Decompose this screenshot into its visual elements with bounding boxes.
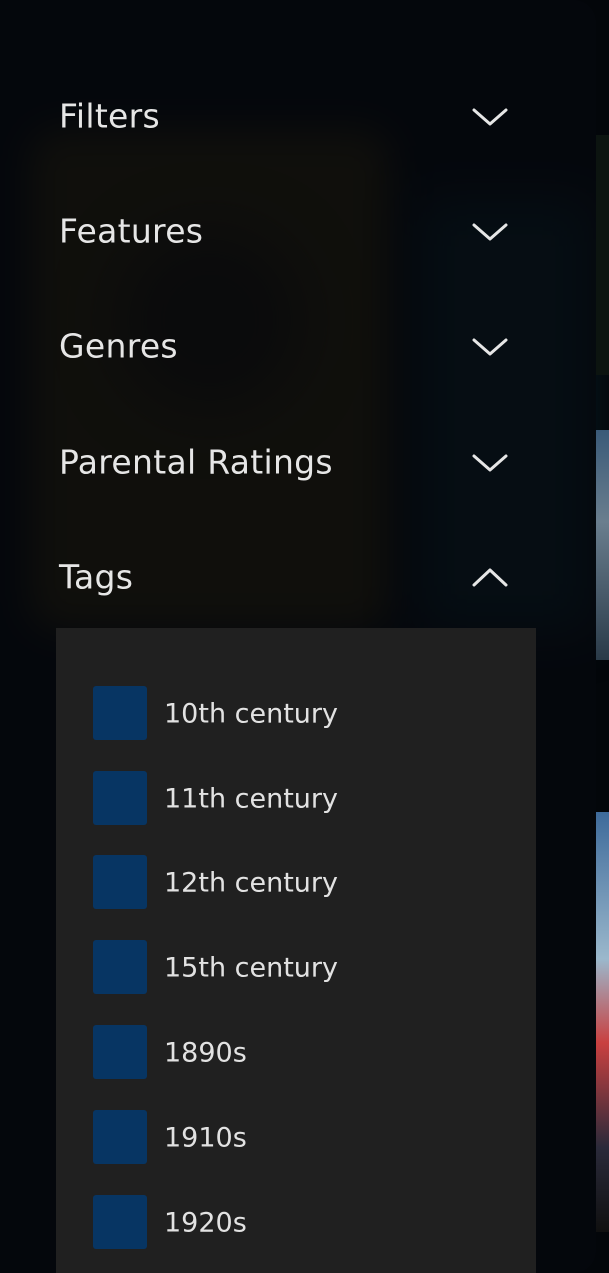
poster-thumbnail[interactable]	[596, 135, 609, 375]
tag-option[interactable]: 12th century	[93, 855, 513, 910]
tag-option[interactable]: 1920s	[93, 1195, 513, 1250]
tag-checkbox[interactable]	[93, 686, 147, 740]
tag-label: 1920s	[164, 1207, 247, 1238]
section-title: Filters	[59, 96, 161, 136]
tag-option[interactable]: 10th century	[93, 686, 513, 741]
tag-checkbox[interactable]	[93, 1025, 147, 1079]
chevron-down-icon	[472, 223, 508, 241]
poster-thumbnail[interactable]	[596, 812, 609, 1232]
tag-label: 15th century	[164, 952, 338, 983]
chevron-down-icon	[472, 454, 508, 472]
tag-label: 1910s	[164, 1122, 247, 1153]
tag-option[interactable]: 11th century	[93, 771, 513, 826]
filter-panel: Filters Features Genres Parental Ratings…	[0, 0, 596, 1273]
tag-label: 11th century	[164, 783, 338, 814]
tag-checkbox[interactable]	[93, 1195, 147, 1249]
tag-checkbox[interactable]	[93, 1110, 147, 1164]
tag-label: 10th century	[164, 698, 338, 729]
section-title: Genres	[59, 326, 178, 366]
section-title: Tags	[59, 557, 134, 597]
section-genres[interactable]: Genres	[0, 316, 596, 376]
tag-checkbox[interactable]	[93, 940, 147, 994]
section-features[interactable]: Features	[0, 201, 596, 261]
tag-list: 10th century 11th century 12th century 1…	[56, 628, 536, 1273]
chevron-down-icon	[472, 108, 508, 126]
section-title: Features	[59, 211, 204, 251]
tag-label: 1890s	[164, 1037, 247, 1068]
tag-checkbox[interactable]	[93, 855, 147, 909]
tag-label: 12th century	[164, 867, 338, 898]
tag-option[interactable]: 15th century	[93, 940, 513, 995]
tag-option[interactable]: 1910s	[93, 1110, 513, 1165]
chevron-up-icon	[472, 568, 508, 587]
chevron-down-icon	[472, 338, 508, 356]
section-title: Parental Ratings	[59, 442, 333, 482]
section-tags[interactable]: Tags	[0, 547, 596, 607]
section-filters[interactable]: Filters	[0, 86, 596, 146]
poster-thumbnail[interactable]	[596, 430, 609, 660]
tag-checkbox[interactable]	[93, 771, 147, 825]
tag-option[interactable]: 1890s	[93, 1025, 513, 1080]
section-parental-ratings[interactable]: Parental Ratings	[0, 432, 596, 492]
